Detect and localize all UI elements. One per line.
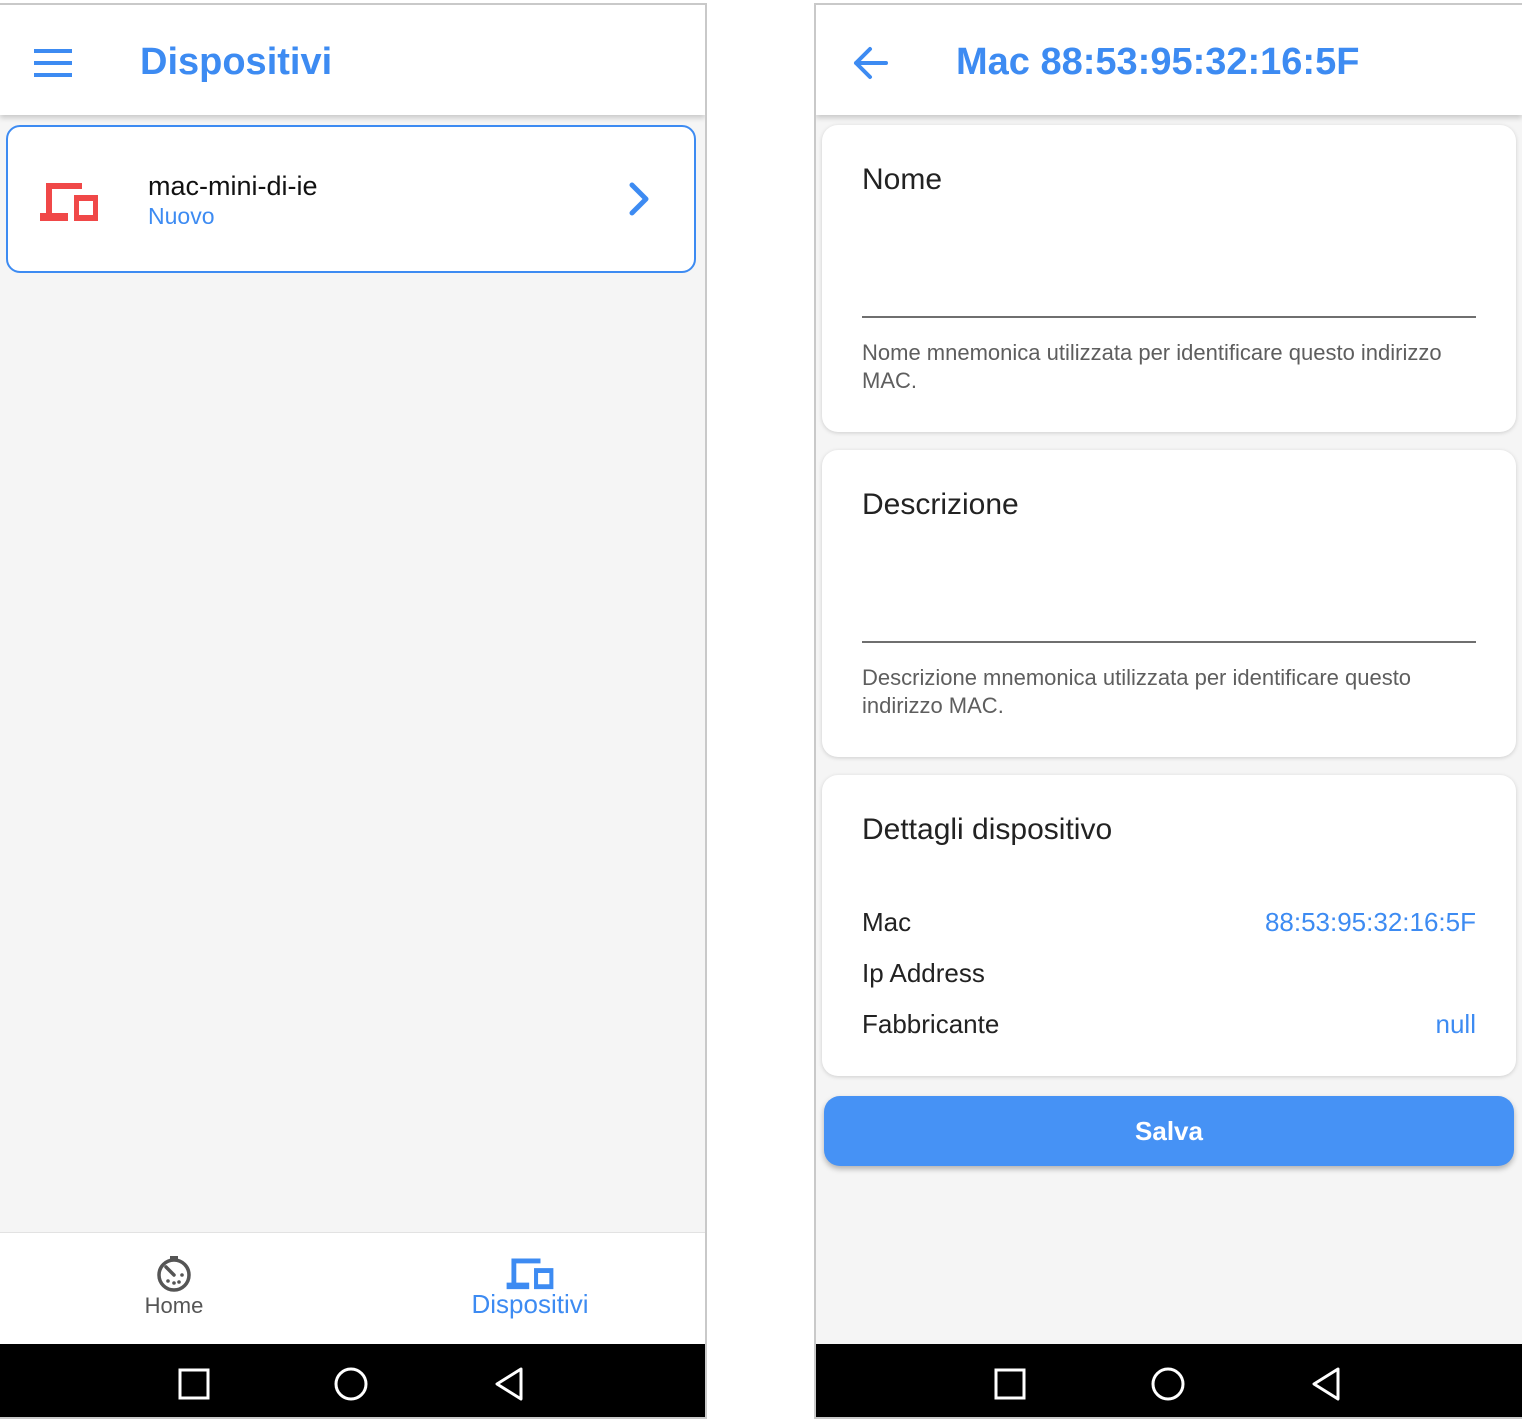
device-list-screen: Dispositivi mac-mini-di-ie Nuovo Home Di… (0, 3, 707, 1419)
descrizione-input[interactable] (862, 603, 1476, 643)
devices-icon (40, 183, 98, 221)
device-details-card: Dettagli dispositivo Mac 88:53:95:32:16:… (822, 775, 1516, 1076)
bottom-navigation: Home Dispositivi (0, 1232, 705, 1345)
chevron-right-icon[interactable] (626, 181, 654, 217)
system-navigation-bar (0, 1344, 705, 1417)
device-details-title: Dettagli dispositivo (862, 813, 1113, 846)
app-bar: Mac 88:53:95:32:16:5F (816, 5, 1522, 115)
device-name: mac-mini-di-ie (148, 171, 318, 201)
detail-value: null (1435, 1009, 1476, 1039)
nav-item-home[interactable]: Home (24, 1233, 324, 1345)
recent-apps-icon[interactable] (992, 1366, 1028, 1402)
detail-label: Mac (862, 907, 912, 937)
descrizione-label: Descrizione (862, 488, 1019, 521)
back-triangle-icon[interactable] (1308, 1366, 1344, 1402)
nome-label: Nome (862, 163, 943, 196)
device-detail-screen: Mac 88:53:95:32:16:5F Nome Nome mnemonic… (814, 3, 1522, 1419)
descrizione-helper-text: Descrizione mnemonica utilizzata per ide… (862, 665, 1412, 718)
detail-row-fabbricante: Fabbricante null (862, 1009, 1476, 1045)
device-status: Nuovo (148, 203, 215, 229)
arrow-back-icon[interactable] (850, 43, 890, 83)
recent-apps-icon[interactable] (176, 1366, 212, 1402)
nome-input[interactable] (862, 278, 1476, 318)
nav-label-home: Home (144, 1293, 204, 1318)
save-button[interactable]: Salva (824, 1096, 1514, 1166)
page-title: Mac 88:53:95:32:16:5F (956, 41, 1360, 83)
home-circle-icon[interactable] (1150, 1366, 1186, 1402)
nav-item-dispositivi[interactable]: Dispositivi (380, 1233, 680, 1345)
timer-icon (157, 1256, 191, 1292)
devices-icon (506, 1258, 554, 1290)
page-title: Dispositivi (140, 41, 333, 83)
hamburger-menu-icon[interactable] (34, 49, 72, 77)
nome-helper-text: Nome mnemonica utilizzata per identifica… (862, 340, 1442, 393)
detail-label: Ip Address (862, 958, 985, 988)
device-list-item[interactable]: mac-mini-di-ie Nuovo (6, 125, 696, 273)
nome-card: Nome Nome mnemonica utilizzata per ident… (822, 125, 1516, 432)
home-circle-icon[interactable] (333, 1366, 369, 1402)
nav-label-dispositivi: Dispositivi (471, 1289, 589, 1319)
descrizione-card: Descrizione Descrizione mnemonica utiliz… (822, 450, 1516, 757)
detail-label: Fabbricante (862, 1009, 1000, 1039)
detail-row-ip-address: Ip Address (862, 958, 1476, 994)
detail-value: 88:53:95:32:16:5F (1264, 907, 1476, 937)
back-triangle-icon[interactable] (491, 1366, 527, 1402)
detail-row-mac: Mac 88:53:95:32:16:5F (862, 907, 1476, 943)
app-bar: Dispositivi (0, 5, 705, 115)
system-navigation-bar (816, 1344, 1522, 1417)
